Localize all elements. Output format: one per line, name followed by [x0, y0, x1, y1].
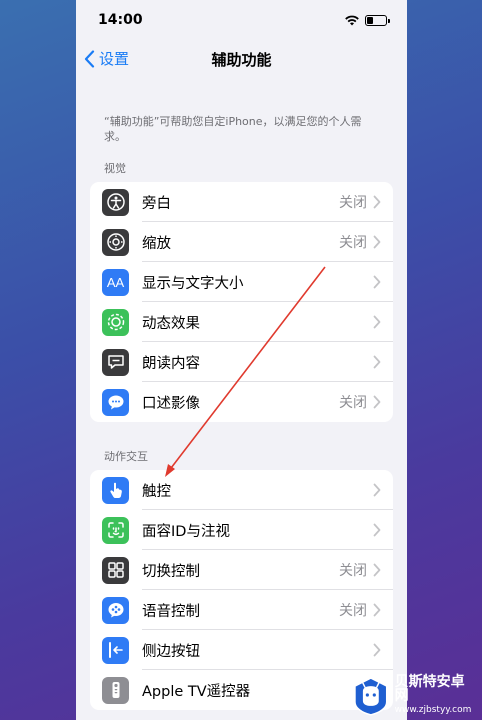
row-value: 关闭	[339, 395, 367, 411]
phone-screen: 14:00 设置 辅助功能 “辅助功能”可帮助您自定iPhone，以满足您的个人…	[76, 0, 407, 720]
row-label: 触控	[142, 483, 171, 500]
row-voiceover[interactable]: 旁白 关闭	[90, 182, 393, 222]
face-id-icon	[102, 516, 129, 544]
watermark-url: www.zjbstyy.com	[394, 705, 472, 715]
chevron-right-icon	[373, 235, 381, 249]
switch-control-icon	[102, 556, 129, 584]
watermark-title: 贝斯特安卓网	[394, 674, 465, 704]
spoken-content-icon	[102, 348, 129, 376]
chevron-right-icon	[373, 395, 381, 409]
watermark-text: 贝斯特安卓网 www.zjbstyy.com	[395, 675, 478, 717]
row-voice-control[interactable]: 语音控制 关闭	[90, 590, 393, 630]
section-header-interaction: 动作交互	[104, 450, 148, 463]
row-value: 关闭	[339, 235, 367, 251]
row-value: 关闭	[339, 563, 367, 579]
vision-group: 旁白 关闭 缩放 关闭 AA 显示与文字大小 动态效果 朗读内容 口述影像 关闭	[90, 182, 393, 422]
row-value: 关闭	[339, 603, 367, 619]
chevron-left-icon	[84, 49, 95, 68]
side-button-icon	[102, 636, 129, 664]
row-label: 朗读内容	[142, 355, 200, 372]
chevron-right-icon	[373, 523, 381, 537]
row-zoom[interactable]: 缩放 关闭	[90, 222, 393, 262]
zoom-icon	[102, 228, 129, 256]
chevron-right-icon	[373, 275, 381, 289]
intro-text: “辅助功能”可帮助您自定iPhone，以满足您的个人需求。	[104, 115, 362, 143]
row-face-id[interactable]: 面容ID与注视	[90, 510, 393, 550]
chevron-right-icon	[373, 643, 381, 657]
interaction-group: 触控 面容ID与注视 切换控制 关闭 语音控制 关闭 侧边按钮 Apple TV…	[90, 470, 393, 710]
wifi-icon	[345, 15, 359, 25]
chevron-right-icon	[373, 355, 381, 369]
voiceover-icon	[102, 188, 129, 216]
status-icons	[345, 14, 390, 26]
audio-description-icon	[102, 388, 129, 416]
touch-icon	[102, 476, 129, 504]
row-label: 语音控制	[142, 603, 200, 620]
text-size-icon: AA	[102, 268, 129, 296]
row-label: 面容ID与注视	[142, 523, 230, 540]
status-bar: 14:00	[76, 0, 407, 40]
row-motion[interactable]: 动态效果	[90, 302, 393, 342]
motion-icon	[102, 308, 129, 336]
nav-bar: 设置 辅助功能	[76, 40, 407, 78]
row-audio-description[interactable]: 口述影像 关闭	[90, 382, 393, 422]
back-label: 设置	[99, 50, 130, 68]
chevron-right-icon	[373, 483, 381, 497]
row-value: 关闭	[339, 195, 367, 211]
apple-tv-remote-icon	[102, 676, 129, 704]
row-label: 动态效果	[142, 315, 200, 332]
row-label: 口述影像	[142, 395, 200, 412]
row-label: 缩放	[142, 235, 171, 252]
row-label: 旁白	[142, 195, 171, 212]
chevron-right-icon	[373, 563, 381, 577]
chevron-right-icon	[373, 195, 381, 209]
chevron-right-icon	[373, 603, 381, 617]
row-display-text-size[interactable]: AA 显示与文字大小	[90, 262, 393, 302]
row-touch[interactable]: 触控	[90, 470, 393, 510]
row-label: Apple TV遥控器	[142, 683, 251, 700]
row-spoken-content[interactable]: 朗读内容	[90, 342, 393, 382]
voice-control-icon	[102, 596, 129, 624]
status-time: 14:00	[98, 12, 143, 28]
back-button[interactable]: 设置	[84, 48, 129, 69]
row-label: 切换控制	[142, 563, 200, 580]
row-label: 侧边按钮	[142, 643, 200, 660]
watermark-logo-icon	[354, 677, 388, 716]
row-apple-tv-remote[interactable]: Apple TV遥控器	[90, 670, 393, 710]
row-switch-control[interactable]: 切换控制 关闭	[90, 550, 393, 590]
chevron-right-icon	[373, 315, 381, 329]
row-label: 显示与文字大小	[142, 275, 244, 292]
watermark: 贝斯特安卓网 www.zjbstyy.com	[350, 672, 478, 720]
section-header-vision: 视觉	[104, 162, 126, 175]
row-side-button[interactable]: 侧边按钮	[90, 630, 393, 670]
battery-icon	[365, 14, 390, 26]
